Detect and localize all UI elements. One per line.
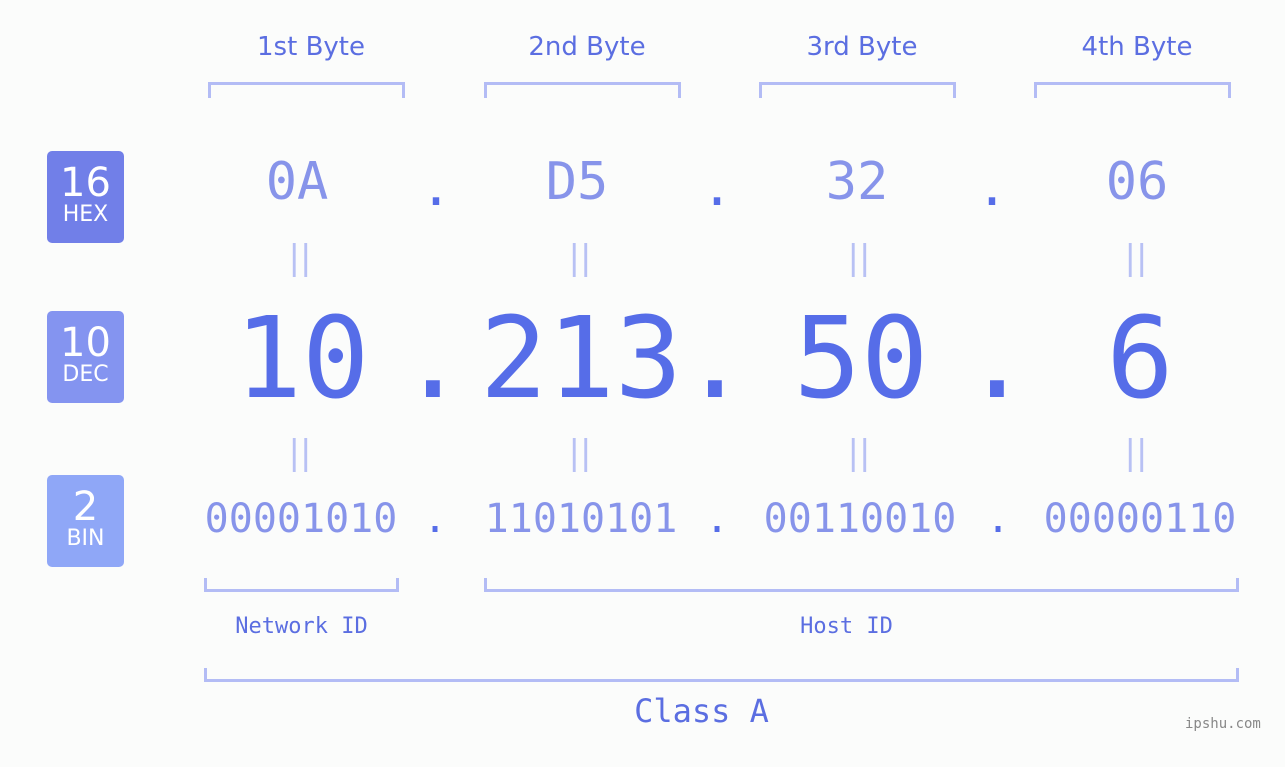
bin-separator-2: . <box>704 496 730 542</box>
dec-octet-3: 50 <box>793 294 929 424</box>
byte-header-3: 3rd Byte <box>806 32 918 62</box>
equals-hex-dec-2: || <box>568 238 592 278</box>
equals-dec-bin-1: || <box>288 433 312 473</box>
hex-octet-3: 32 <box>825 152 889 212</box>
hex-badge: 16 HEX <box>47 151 124 243</box>
bin-octet-1: 00001010 <box>204 496 398 542</box>
byte-header-4: 4th Byte <box>1081 32 1193 62</box>
hex-base-number: 16 <box>60 160 111 206</box>
dec-base-number: 10 <box>60 320 111 366</box>
bin-octet-4: 00000110 <box>1043 496 1237 542</box>
dec-badge: 10 DEC <box>47 311 124 403</box>
equals-dec-bin-3: || <box>847 433 871 473</box>
equals-dec-bin-4: || <box>1124 433 1148 473</box>
bin-separator-1: . <box>422 496 448 542</box>
byte-bracket-2 <box>484 82 681 98</box>
equals-dec-bin-2: || <box>568 433 592 473</box>
dec-octet-1: 10 <box>234 294 370 424</box>
hex-octet-1: 0A <box>265 152 329 212</box>
hex-separator-1: . <box>420 158 452 218</box>
hex-base-label: HEX <box>62 202 109 227</box>
dec-base-label: DEC <box>62 362 109 387</box>
byte-bracket-4 <box>1034 82 1231 98</box>
hex-separator-2: . <box>701 158 733 218</box>
byte-bracket-3 <box>759 82 956 98</box>
byte-bracket-1 <box>208 82 405 98</box>
dec-separator-1: . <box>399 294 467 424</box>
network-id-label: Network ID <box>235 614 368 639</box>
bin-separator-3: . <box>985 496 1011 542</box>
bin-octet-3: 00110010 <box>763 496 957 542</box>
byte-header-1: 1st Byte <box>257 32 365 62</box>
bin-base-label: BIN <box>66 526 105 551</box>
hex-separator-3: . <box>976 158 1008 218</box>
dec-separator-2: . <box>681 294 749 424</box>
dec-separator-3: . <box>963 294 1031 424</box>
dec-octet-4: 6 <box>1106 294 1174 424</box>
equals-hex-dec-1: || <box>288 238 312 278</box>
byte-header-2: 2nd Byte <box>528 32 646 62</box>
hex-octet-2: D5 <box>545 152 609 212</box>
bin-base-number: 2 <box>72 484 99 530</box>
host-id-label: Host ID <box>800 614 893 639</box>
host-bracket <box>484 578 1239 592</box>
hex-octet-4: 06 <box>1105 152 1169 212</box>
class-bracket <box>204 668 1239 682</box>
dec-octet-2: 213 <box>479 294 683 424</box>
class-label: Class A <box>634 692 769 730</box>
bin-badge: 2 BIN <box>47 475 124 567</box>
network-bracket <box>204 578 399 592</box>
watermark: ipshu.com <box>1185 716 1261 732</box>
equals-hex-dec-4: || <box>1124 238 1148 278</box>
bin-octet-2: 11010101 <box>484 496 678 542</box>
equals-hex-dec-3: || <box>847 238 871 278</box>
